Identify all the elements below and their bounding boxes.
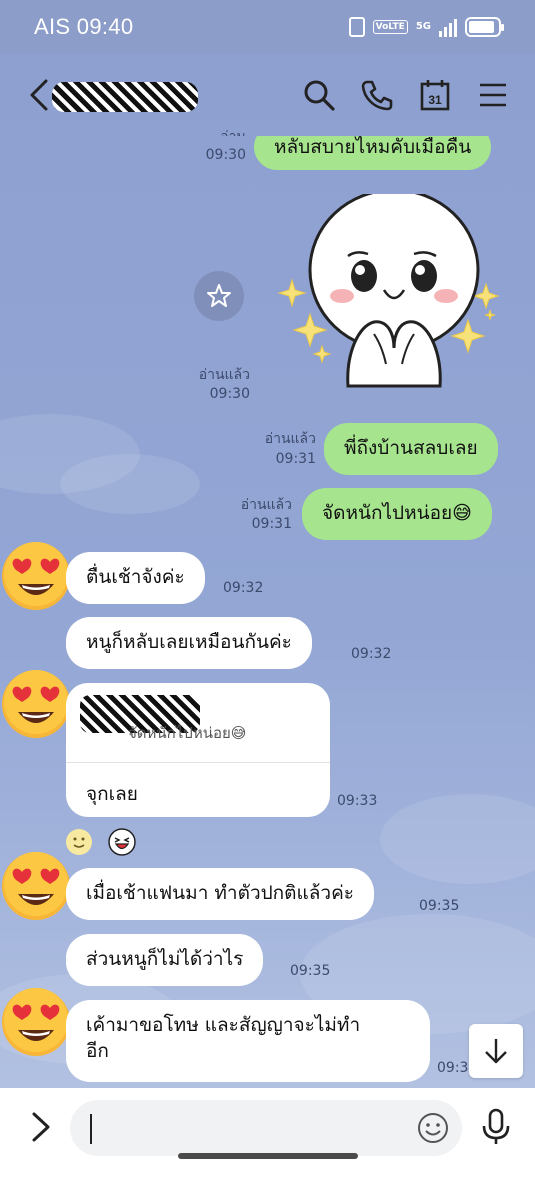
microphone-icon[interactable] [479,1108,513,1146]
received-message[interactable]: เค้ามาขอโทษ และสัญญาจะไม่ทำ อีก [66,1000,430,1082]
status-icons: VoLTE 5G [348,17,504,37]
home-indicator[interactable] [178,1153,358,1159]
message-time: 09:32 [351,646,392,662]
read-receipt: อ่านแล้ว [264,431,316,447]
network-type: 5G [415,21,431,32]
message-time: 09:3 [437,1060,469,1076]
sent-message[interactable]: จัดหนักไปหน่อย😅 [302,488,492,540]
calendar-day: 31 [428,93,442,107]
received-message[interactable]: เมื่อเช้าแฟนมา ทำตัวปกติแล้วค่ะ [66,868,374,920]
emoji-icon[interactable] [417,1112,449,1144]
quoted-text: จัดหนักไปหน่อย😅 [128,724,247,742]
message-time: 09:30 [209,386,250,402]
read-receipt: อ่านแล้ว [196,128,246,136]
search-icon[interactable] [302,78,336,112]
menu-icon[interactable] [476,78,510,112]
sticker-favorite-button[interactable] [194,271,244,321]
carrier-label: AIS [34,14,71,39]
calendar-icon[interactable]: 31 [418,78,452,112]
message-time: 09:32 [223,580,264,596]
read-receipt: อ่านแล้ว [198,367,250,383]
contact-avatar[interactable] [0,986,72,1058]
message-input-bar [0,1088,535,1200]
status-carrier-time: AIS 09:40 [34,14,133,40]
scroll-to-bottom-button[interactable] [469,1024,523,1078]
message-time: 09:31 [251,516,292,532]
vibrate-icon [348,17,365,37]
message-time: 09:33 [337,793,378,809]
text-cursor [90,1114,92,1144]
cony-pleading-sticker[interactable] [276,194,506,400]
expand-menu-icon[interactable] [24,1110,56,1144]
message-time: 09:31 [275,451,316,467]
chat-title-redacted[interactable] [52,82,198,112]
reply-divider [66,762,330,763]
back-icon[interactable] [28,78,52,112]
reply-text: จุกเลย [86,783,138,805]
message-time: 09:35 [419,898,460,914]
arrow-down-icon [485,1039,507,1064]
laughing-reaction[interactable] [108,828,136,856]
received-message[interactable]: ตื่นเช้าจังค่ะ [66,552,205,604]
message-line: อีก [86,1040,109,1062]
message-line: เค้ามาขอโทษ และสัญญาจะไม่ทำ [86,1014,361,1036]
battery-icon [465,17,504,37]
signal-icon [439,17,457,37]
status-bar: AIS 09:40 VoLTE 5G [0,0,535,54]
star-icon [207,284,231,307]
message-time: 09:35 [290,963,331,979]
read-receipt: อ่านแล้ว [240,497,292,513]
smiley-reaction[interactable] [65,828,93,856]
received-message[interactable]: ส่วนหนูก็ไม่ได้ว่าไร [66,934,264,986]
contact-avatar[interactable] [0,850,72,922]
message-time: 09:30 [205,147,246,163]
reply-message[interactable]: จัดหนักไปหน่อย😅 จุกเลย [66,683,330,817]
received-message[interactable]: หนูก็หลับเลยเหมือนกันค่ะ [66,617,312,669]
volte-icon: VoLTE [372,20,408,34]
phone-icon[interactable] [360,78,394,112]
chat-header: 31 [0,54,535,136]
message-input[interactable] [70,1100,462,1156]
clock: 09:40 [76,14,134,39]
contact-avatar[interactable] [0,540,72,612]
sent-message[interactable]: พี่ถึงบ้านสลบเลย [324,423,498,475]
contact-avatar[interactable] [0,668,72,740]
